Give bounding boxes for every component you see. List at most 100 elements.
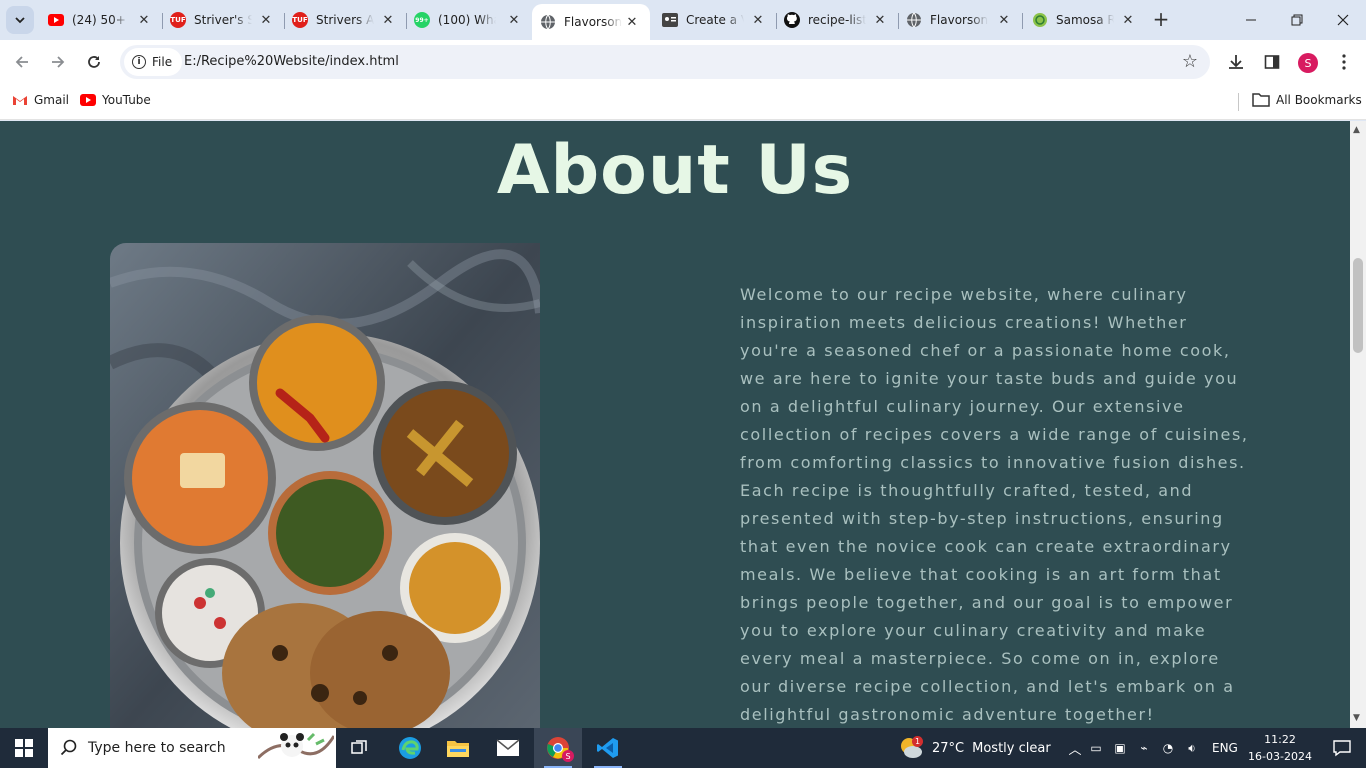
url-text[interactable]: E:/Recipe%20Website/index.html — [184, 54, 399, 69]
browser-toolbar: i File E:/Recipe%20Website/index.html ☆ … — [0, 40, 1366, 85]
windows-logo-icon — [15, 739, 33, 757]
tab-strivers-sheet[interactable]: TUF Striver's S ✕ — [162, 6, 285, 34]
mail-icon — [496, 739, 520, 756]
page-scrollbar[interactable]: ▲ ▼ — [1350, 121, 1366, 728]
close-icon[interactable]: ✕ — [872, 12, 888, 28]
tab-flavorsome-active[interactable]: Flavorson ✕ — [532, 4, 650, 40]
arrow-right-icon — [52, 56, 65, 68]
tab-flavorsome-2[interactable]: Flavorson ✕ — [898, 6, 1023, 34]
globe-icon — [906, 12, 922, 28]
download-icon — [1229, 55, 1243, 69]
task-view-icon — [351, 740, 367, 754]
weather-widget[interactable]: 1 27°C Mostly clear — [898, 728, 1051, 768]
taskbar-search[interactable]: Type here to search — [48, 728, 336, 768]
restore-icon — [1291, 14, 1303, 26]
side-panel-icon — [1264, 55, 1280, 69]
more-vertical-icon — [1342, 54, 1346, 70]
window-close-button[interactable] — [1320, 0, 1366, 40]
address-bar[interactable]: i File E:/Recipe%20Website/index.html ☆ — [120, 45, 1210, 79]
tab-search-button[interactable] — [6, 6, 34, 34]
search-icon — [60, 739, 77, 756]
whatsapp-icon: 99+ — [414, 12, 430, 28]
close-icon[interactable]: ✕ — [996, 12, 1012, 28]
panda-search-illustration-icon — [258, 732, 334, 760]
language-indicator[interactable]: ENG — [1212, 741, 1238, 755]
clock-date: 16-03-2024 — [1248, 750, 1312, 763]
gmail-icon — [12, 94, 28, 106]
minimize-icon — [1246, 19, 1256, 21]
network-status-icon[interactable]: ▣ — [1108, 741, 1132, 755]
restore-button[interactable] — [1274, 0, 1320, 40]
all-bookmarks-button[interactable]: All Bookmarks — [1252, 93, 1362, 107]
globe-icon — [540, 14, 556, 30]
tab-strivers-a2z[interactable]: TUF Strivers A ✕ — [284, 6, 407, 34]
tab-whatsapp[interactable]: 99+ (100) Wha ✕ — [406, 6, 532, 34]
bookmark-star-icon[interactable]: ☆ — [1182, 51, 1198, 72]
clock-time: 11:22 — [1264, 733, 1296, 746]
tab-github[interactable]: recipe-list ✕ — [776, 6, 899, 34]
vscode-app[interactable] — [584, 728, 632, 768]
close-icon[interactable]: ✕ — [750, 12, 766, 28]
close-icon[interactable]: ✕ — [380, 12, 396, 28]
new-tab-button[interactable]: + — [1150, 9, 1172, 31]
bookmark-gmail[interactable]: Gmail — [12, 93, 69, 107]
notification-icon — [1333, 740, 1351, 757]
notifications-button[interactable] — [1318, 728, 1366, 768]
bookmarks-bar: Gmail YouTube All Bookmarks — [0, 85, 1366, 120]
back-button[interactable] — [8, 48, 36, 76]
side-panel-button[interactable] — [1258, 48, 1286, 76]
youtube-icon — [80, 94, 96, 106]
close-icon[interactable]: ✕ — [136, 12, 152, 28]
edge-icon — [399, 737, 421, 759]
site-info-chip[interactable]: i File — [124, 48, 183, 76]
system-tray: ︿ ▭ ▣ ⌁ ◔ 🔉︎ ENG — [1066, 728, 1238, 768]
minimize-button[interactable] — [1228, 0, 1274, 40]
scroll-up-arrow-icon[interactable]: ▲ — [1353, 125, 1360, 135]
github-icon — [784, 12, 800, 28]
battery-plug-icon[interactable]: ⌁ — [1132, 741, 1156, 755]
meet-now-icon[interactable]: ▭ — [1084, 741, 1108, 755]
task-view-button[interactable] — [336, 728, 384, 768]
menu-button[interactable] — [1330, 48, 1358, 76]
close-icon[interactable]: ✕ — [506, 12, 522, 28]
tab-create[interactable]: Create a V ✕ — [654, 6, 777, 34]
tuf-icon: TUF — [170, 12, 186, 28]
folder-icon — [1252, 93, 1270, 107]
page-viewport: About Us Welcome to our recipe website, … — [0, 121, 1350, 728]
folder-icon — [447, 741, 469, 757]
clock[interactable]: 11:22 16-03-2024 — [1246, 731, 1314, 765]
tab-youtube[interactable]: (24) 50+ L ✕ — [40, 6, 163, 34]
bookmarks-divider — [1238, 93, 1239, 111]
close-icon — [1337, 14, 1349, 26]
close-icon[interactable]: ✕ — [624, 14, 640, 30]
arrow-left-icon — [15, 56, 28, 68]
youtube-icon — [48, 12, 64, 28]
about-description: Welcome to our recipe website, where cul… — [740, 285, 1249, 724]
reload-icon — [88, 56, 100, 68]
tab-samosa[interactable]: Samosa R ✕ — [1024, 6, 1146, 34]
wifi-icon[interactable]: ◔ — [1156, 741, 1180, 755]
tuf-icon: TUF — [292, 12, 308, 28]
close-icon[interactable]: ✕ — [1120, 12, 1136, 28]
close-icon[interactable]: ✕ — [258, 12, 274, 28]
profile-avatar[interactable]: S — [1298, 53, 1318, 73]
chevron-up-icon[interactable]: ︿ — [1066, 739, 1084, 758]
tab-strip: (24) 50+ L ✕ TUF Striver's S ✕ TUF Striv… — [0, 0, 1366, 40]
vscode-icon — [597, 738, 618, 758]
start-button[interactable] — [0, 728, 48, 768]
bookmark-youtube[interactable]: YouTube — [80, 93, 151, 107]
scroll-down-arrow-icon[interactable]: ▼ — [1353, 713, 1360, 723]
forward-button[interactable] — [44, 48, 72, 76]
mail-app[interactable] — [484, 728, 532, 768]
file-explorer-app[interactable] — [434, 728, 482, 768]
reload-button[interactable] — [80, 48, 108, 76]
downloads-button[interactable] — [1222, 48, 1250, 76]
scrollbar-thumb[interactable] — [1353, 258, 1363, 353]
chrome-profile-badge: S — [562, 750, 574, 762]
chrome-app[interactable]: S — [534, 728, 582, 768]
speaker-icon[interactable]: 🔉︎ — [1180, 741, 1204, 756]
edge-app[interactable] — [386, 728, 434, 768]
thali-image — [110, 243, 540, 728]
chevron-down-icon — [15, 17, 25, 24]
info-icon: i — [132, 55, 146, 69]
